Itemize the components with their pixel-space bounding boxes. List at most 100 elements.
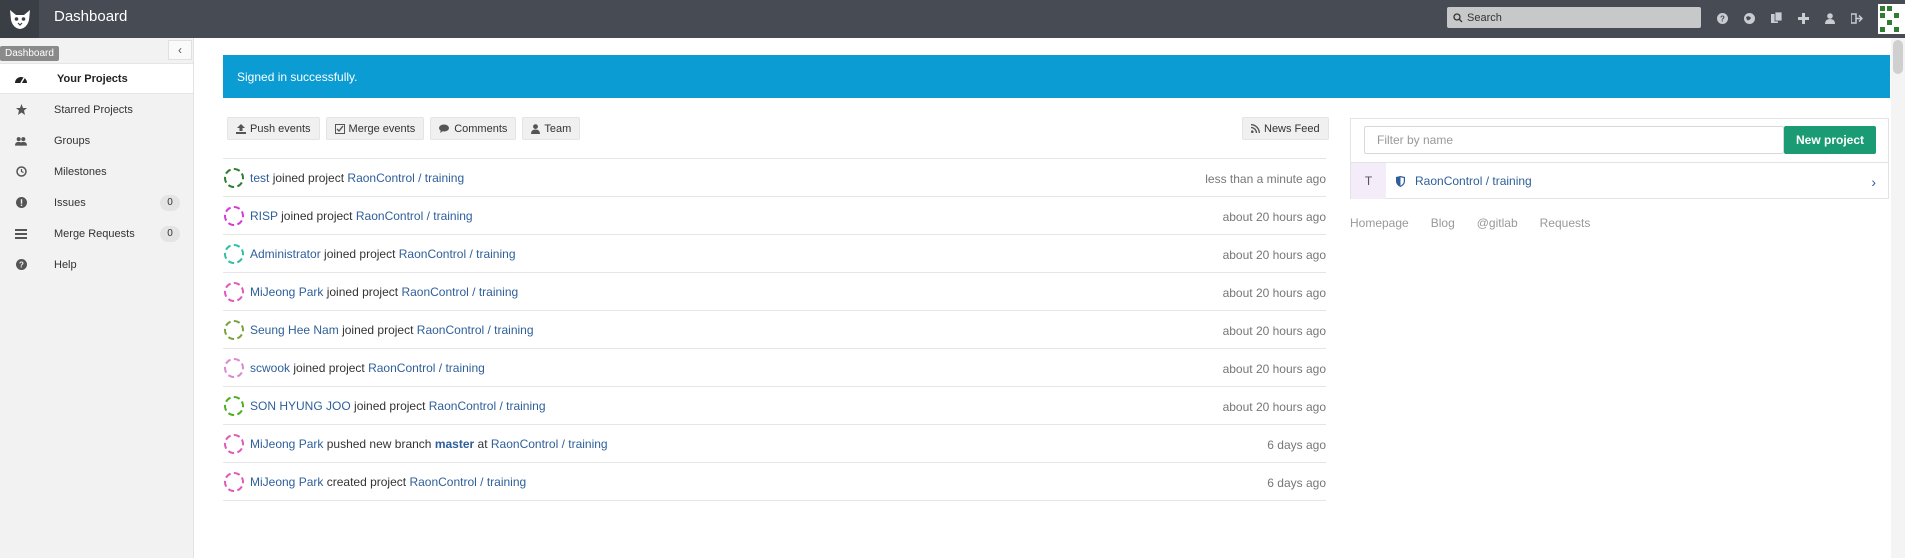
event-user-link[interactable]: Seung Hee Nam bbox=[250, 323, 339, 337]
question-icon: ? bbox=[15, 259, 27, 271]
user-avatar[interactable] bbox=[224, 168, 244, 188]
scrollbar-thumb[interactable] bbox=[1893, 40, 1903, 74]
flash-notice: Signed in successfully. bbox=[223, 55, 1890, 98]
event-project-link[interactable]: RaonControl / training bbox=[401, 285, 518, 299]
footer-link-gitlab[interactable]: @gitlab bbox=[1477, 216, 1518, 230]
event-project-link[interactable]: RaonControl / training bbox=[347, 171, 464, 185]
user-avatar[interactable] bbox=[1878, 4, 1905, 34]
event-user-link[interactable]: MiJeong Park bbox=[250, 285, 323, 299]
user-avatar[interactable] bbox=[224, 396, 244, 416]
user-avatar[interactable] bbox=[224, 206, 244, 226]
user-avatar[interactable] bbox=[224, 358, 244, 378]
event-user-link[interactable]: RISP bbox=[250, 209, 278, 223]
sidebar-item-merge-requests[interactable]: Merge Requests 0 bbox=[0, 218, 193, 249]
sidebar-item-label: Milestones bbox=[54, 165, 107, 178]
sidebar-item-groups[interactable]: Groups bbox=[0, 125, 193, 156]
filter-merge-events-button[interactable]: Merge events bbox=[325, 117, 425, 140]
group-icon bbox=[15, 135, 27, 147]
page-title: Dashboard bbox=[54, 8, 128, 25]
search-box[interactable] bbox=[1447, 7, 1701, 28]
sidebar-item-milestones[interactable]: Milestones bbox=[0, 156, 193, 187]
user-avatar[interactable] bbox=[224, 244, 244, 264]
footer-link-requests[interactable]: Requests bbox=[1540, 216, 1591, 230]
filter-label: Merge events bbox=[348, 122, 416, 135]
sign-out-icon[interactable] bbox=[1850, 11, 1864, 25]
event-user-link[interactable]: SON HYUNG JOO bbox=[250, 399, 351, 413]
event-at: at bbox=[477, 437, 488, 451]
event-action: joined project bbox=[354, 399, 426, 413]
event-user-link[interactable]: Administrator bbox=[250, 247, 321, 261]
globe-icon[interactable] bbox=[1742, 11, 1756, 25]
sidebar-item-starred-projects[interactable]: Starred Projects bbox=[0, 94, 193, 125]
event-action: joined project bbox=[281, 209, 353, 223]
rss-icon bbox=[1251, 124, 1260, 133]
news-feed-button[interactable]: News Feed bbox=[1242, 117, 1329, 140]
event-text: SON HYUNG JOO joined project RaonControl… bbox=[250, 399, 546, 413]
sidebar-item-issues[interactable]: Issues 0 bbox=[0, 187, 193, 218]
event-action: joined project bbox=[293, 361, 365, 375]
event-row: scwook joined project RaonControl / trai… bbox=[223, 349, 1326, 387]
event-row: test joined project RaonControl / traini… bbox=[223, 159, 1326, 197]
footer-link-homepage[interactable]: Homepage bbox=[1350, 216, 1409, 230]
user-icon[interactable] bbox=[1823, 11, 1837, 25]
tooltip: Dashboard bbox=[0, 46, 59, 61]
user-avatar[interactable] bbox=[224, 320, 244, 340]
event-project-link[interactable]: RaonControl / training bbox=[491, 437, 608, 451]
comments-icon bbox=[439, 124, 450, 133]
event-text: Seung Hee Nam joined project RaonControl… bbox=[250, 323, 534, 337]
event-project-link[interactable]: RaonControl / training bbox=[368, 361, 485, 375]
project-row[interactable]: T RaonControl / training › bbox=[1351, 162, 1888, 199]
search-input[interactable] bbox=[1467, 11, 1687, 24]
filter-comments-button[interactable]: Comments bbox=[430, 117, 517, 140]
event-project-link[interactable]: RaonControl / training bbox=[399, 247, 516, 261]
new-project-button[interactable]: New project bbox=[1784, 126, 1876, 154]
page-scrollbar[interactable] bbox=[1891, 38, 1905, 558]
search-icon bbox=[1453, 12, 1463, 22]
user-avatar[interactable] bbox=[224, 282, 244, 302]
event-text: MiJeong Park pushed new branch master at… bbox=[250, 437, 608, 451]
plus-icon[interactable] bbox=[1796, 11, 1810, 25]
event-project-link[interactable]: RaonControl / training bbox=[356, 209, 473, 223]
clock-icon bbox=[15, 166, 27, 178]
event-filters: Push events Merge events Comments Team bbox=[227, 117, 581, 140]
help-icon[interactable]: ? bbox=[1715, 11, 1729, 25]
sidebar-collapse-button[interactable]: ‹ bbox=[168, 40, 192, 60]
event-timestamp: about 20 hours ago bbox=[1222, 248, 1326, 262]
event-timestamp: about 20 hours ago bbox=[1222, 210, 1326, 224]
event-timestamp: about 20 hours ago bbox=[1222, 400, 1326, 414]
footer-link-blog[interactable]: Blog bbox=[1431, 216, 1455, 230]
sidebar-item-help[interactable]: ? Help bbox=[0, 249, 193, 280]
event-row: Administrator joined project RaonControl… bbox=[223, 235, 1326, 273]
gitlab-logo[interactable] bbox=[0, 0, 39, 38]
event-text: MiJeong Park joined project RaonControl … bbox=[250, 285, 518, 299]
sidebar-item-your-projects[interactable]: Your Projects bbox=[0, 63, 193, 94]
fox-logo-icon bbox=[9, 10, 30, 29]
event-timestamp: less than a minute ago bbox=[1205, 172, 1326, 186]
user-avatar[interactable] bbox=[224, 434, 244, 454]
flash-message: Signed in successfully. bbox=[237, 70, 358, 84]
event-user-link[interactable]: scwook bbox=[250, 361, 290, 375]
copy-icon[interactable] bbox=[1769, 11, 1783, 25]
filter-team-button[interactable]: Team bbox=[522, 117, 581, 140]
filter-label: Team bbox=[544, 122, 572, 135]
project-avatar: T bbox=[1351, 163, 1386, 199]
footer-links: Homepage Blog @gitlab Requests bbox=[1350, 216, 1590, 230]
event-branch-link[interactable]: master bbox=[435, 437, 474, 451]
event-project-link[interactable]: RaonControl / training bbox=[429, 399, 546, 413]
event-project-link[interactable]: RaonControl / training bbox=[417, 323, 534, 337]
project-name-link[interactable]: RaonControl / training bbox=[1415, 174, 1532, 188]
filter-by-name-input[interactable] bbox=[1364, 126, 1784, 154]
filter-push-events-button[interactable]: Push events bbox=[227, 117, 320, 140]
event-user-link[interactable]: test bbox=[250, 171, 269, 185]
user-icon bbox=[531, 123, 541, 134]
chevron-left-icon: ‹ bbox=[178, 43, 182, 57]
event-project-link[interactable]: RaonControl / training bbox=[409, 475, 526, 489]
list-icon bbox=[15, 228, 27, 240]
user-avatar[interactable] bbox=[224, 472, 244, 492]
event-action: created project bbox=[326, 475, 407, 489]
event-timestamp: about 20 hours ago bbox=[1222, 286, 1326, 300]
event-user-link[interactable]: MiJeong Park bbox=[250, 437, 323, 451]
event-action: pushed new branch bbox=[326, 437, 432, 451]
event-user-link[interactable]: MiJeong Park bbox=[250, 475, 323, 489]
filter-label: Comments bbox=[454, 122, 508, 135]
